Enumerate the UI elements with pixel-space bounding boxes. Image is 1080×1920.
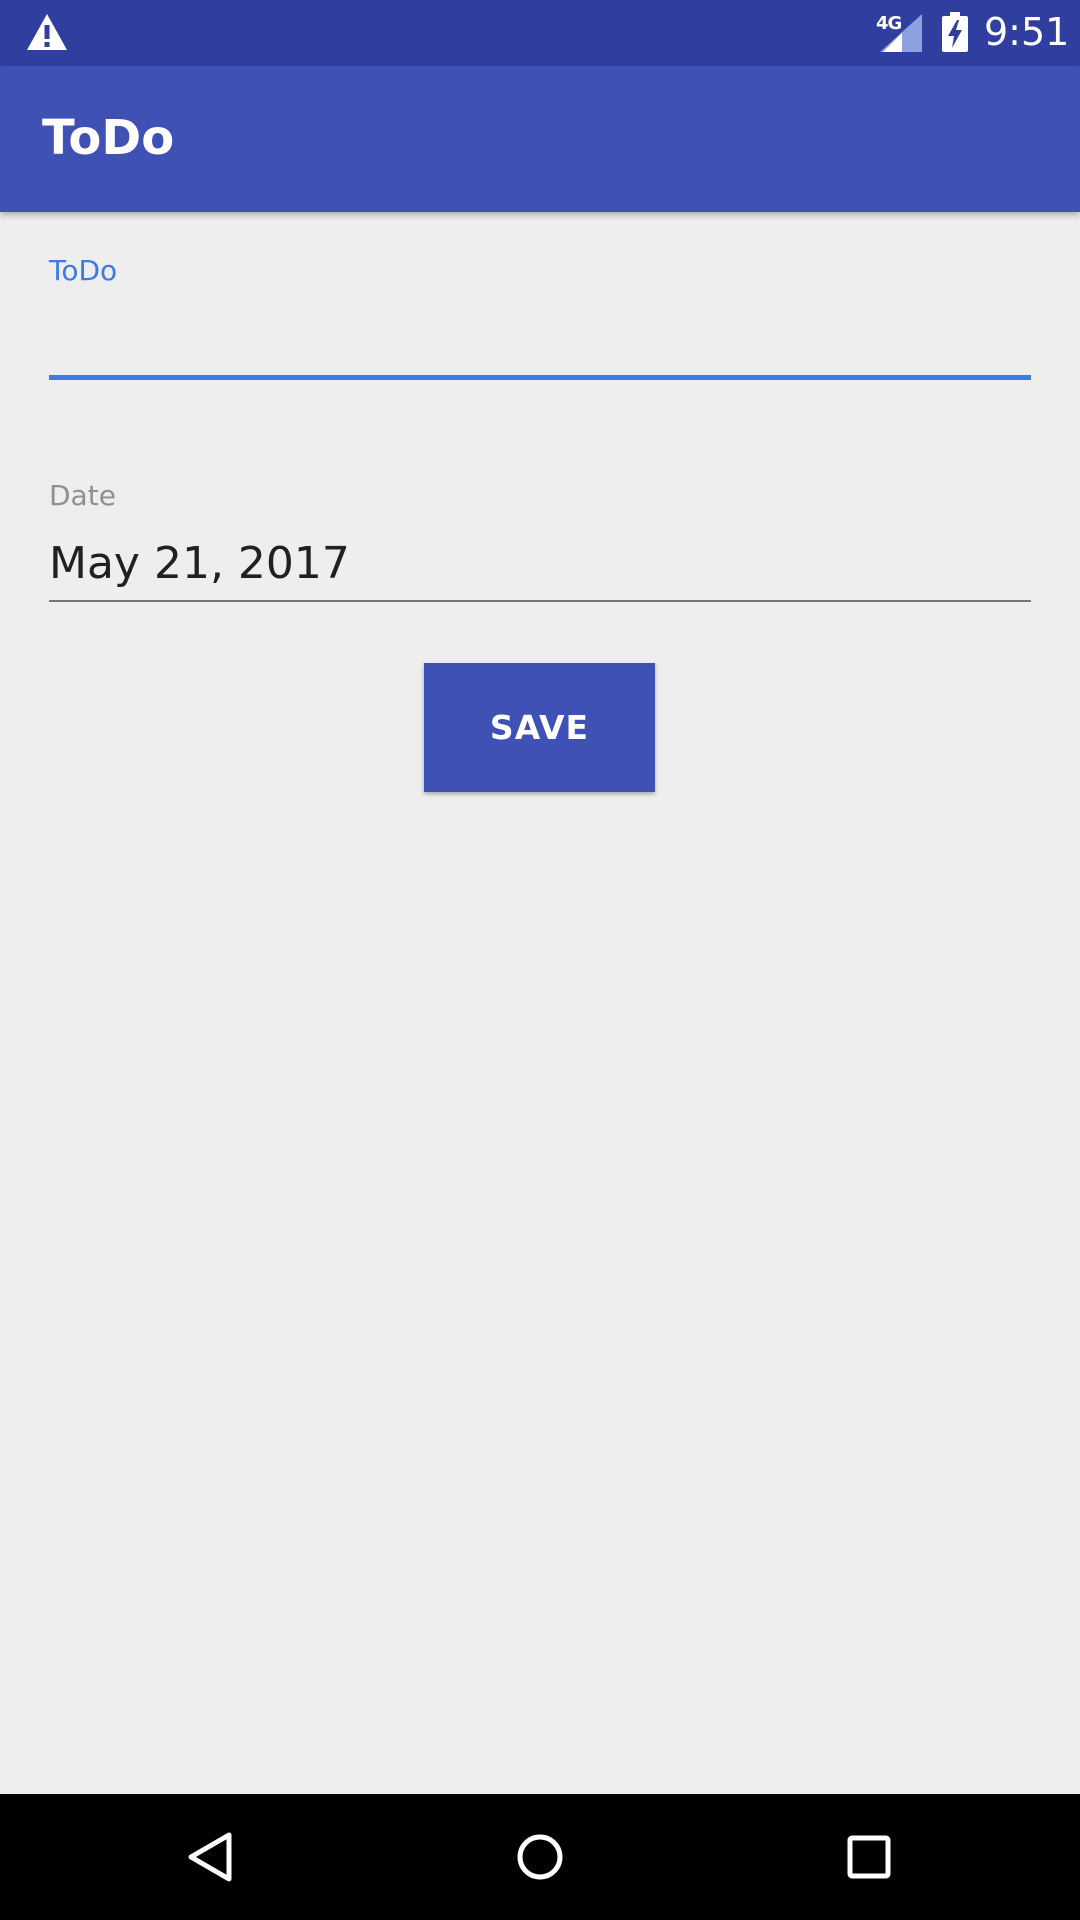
battery-charging-icon (942, 12, 968, 52)
home-icon[interactable] (505, 1822, 575, 1892)
warning-icon (27, 14, 67, 50)
date-field[interactable]: May 21, 2017 (49, 536, 350, 592)
status-bar: 4G 9:51 (0, 0, 1080, 66)
date-field-label: Date (49, 479, 116, 512)
todo-field-label: ToDo (49, 254, 118, 287)
screen: 4G 9:51 ToDo ToDo Date May 21, 2017 SAVE (0, 0, 1080, 1920)
app-bar: ToDo (0, 66, 1080, 212)
date-field-underline (49, 600, 1031, 602)
save-button[interactable]: SAVE (424, 663, 655, 792)
todo-input[interactable] (49, 300, 1031, 372)
recents-icon[interactable] (834, 1822, 904, 1892)
todo-input-underline (49, 375, 1031, 380)
network-type-label: 4G (876, 13, 902, 34)
back-icon[interactable] (176, 1822, 246, 1892)
app-title: ToDo (42, 110, 175, 166)
navigation-bar (0, 1794, 1080, 1920)
status-clock: 9:51 (984, 10, 1070, 54)
